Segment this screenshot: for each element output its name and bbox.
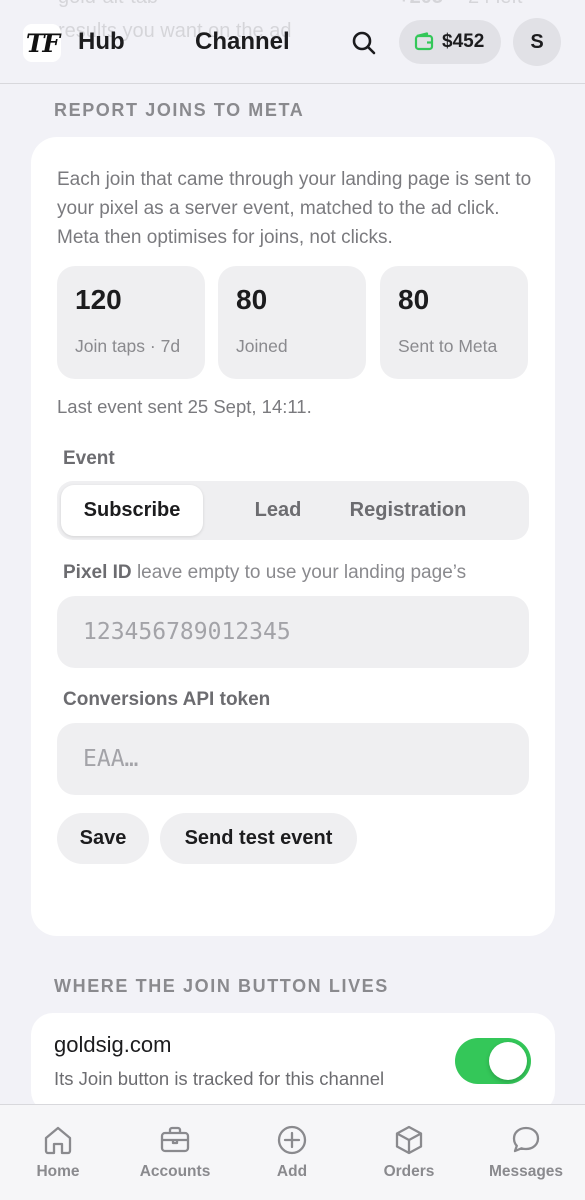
- stat-joined: 80 Joined: [218, 266, 366, 379]
- nav-label: Add: [276, 1163, 308, 1180]
- nav-home[interactable]: Home: [3, 1123, 113, 1181]
- search-icon: [352, 31, 376, 55]
- app-title: Hub: [78, 28, 125, 55]
- nav-accounts[interactable]: Accounts: [120, 1123, 230, 1181]
- segment-subscribe[interactable]: Subscribe: [61, 485, 203, 536]
- stat-join-taps: 120 Join taps · 7d: [57, 266, 205, 379]
- stat-value: 80: [236, 284, 268, 315]
- pixel-id-input[interactable]: [57, 596, 529, 668]
- nav-label: Messages: [488, 1163, 564, 1180]
- capi-token-label: Conversions API token: [63, 689, 271, 710]
- tracking-toggle[interactable]: [455, 1038, 531, 1084]
- home-icon: [44, 1126, 72, 1155]
- search-button[interactable]: [348, 27, 380, 59]
- stat-value: 120: [75, 284, 122, 315]
- nav-messages[interactable]: Messages: [471, 1123, 581, 1181]
- app-logo[interactable]: TF: [23, 24, 61, 62]
- stat-label: Sent to Meta: [398, 336, 498, 356]
- segment-registration[interactable]: Registration: [327, 485, 489, 536]
- pixel-id-hint: leave empty to use your landing page’s: [136, 562, 467, 583]
- briefcase-icon: [160, 1126, 190, 1153]
- box-icon: [395, 1125, 423, 1155]
- send-test-event-button[interactable]: Send test event: [160, 813, 357, 864]
- capi-token-input[interactable]: [57, 723, 529, 795]
- plus-circle-icon: [277, 1125, 307, 1155]
- stat-value: 80: [398, 284, 430, 315]
- last-event-text: Last event sent 25 Sept, 14:11.: [57, 396, 312, 417]
- wallet-amount: $452: [442, 31, 485, 52]
- page-title: Channel: [195, 28, 290, 55]
- chat-icon: [512, 1126, 540, 1153]
- pixel-id-label: Pixel ID leave empty to use your landing…: [63, 562, 466, 584]
- pixel-id-label-text: Pixel ID: [63, 562, 132, 583]
- domain-name: goldsig.com: [54, 1032, 172, 1057]
- event-segmented-control: Subscribe Lead Registration: [57, 481, 529, 540]
- bottom-nav: Home Accounts Add Orders Messages: [0, 1104, 585, 1200]
- wallet-icon: [414, 32, 434, 51]
- nav-label: Home: [36, 1163, 80, 1180]
- nav-orders[interactable]: Orders: [354, 1123, 464, 1181]
- nav-add[interactable]: Add: [237, 1123, 347, 1181]
- event-label: Event: [63, 448, 115, 469]
- stat-sent-to-meta: 80 Sent to Meta: [380, 266, 528, 379]
- top-bar: gold-alt-tab results you want on the ad …: [0, 0, 585, 84]
- nav-label: Orders: [383, 1163, 435, 1180]
- domain-subtitle: Its Join button is tracked for this chan…: [54, 1068, 385, 1089]
- domain-row: goldsig.com Its Join button is tracked f…: [31, 1013, 555, 1113]
- stat-label: Join taps · 7d: [75, 336, 181, 356]
- avatar[interactable]: S: [513, 18, 561, 66]
- save-button[interactable]: Save: [57, 813, 149, 864]
- stat-label: Joined: [236, 336, 288, 356]
- section-heading-report: REPORT JOINS TO META: [54, 100, 305, 120]
- section-heading-join-button: WHERE THE JOIN BUTTON LIVES: [54, 976, 389, 996]
- report-description: Each join that came through your landing…: [57, 169, 532, 248]
- wallet-balance-button[interactable]: $452: [399, 20, 501, 64]
- scrolled-content-ghost: gold-alt-tab results you want on the ad …: [58, 0, 522, 42]
- nav-label: Accounts: [139, 1163, 211, 1180]
- meta-report-card: Each join that came through your landing…: [31, 137, 555, 936]
- toggle-knob: [489, 1042, 527, 1080]
